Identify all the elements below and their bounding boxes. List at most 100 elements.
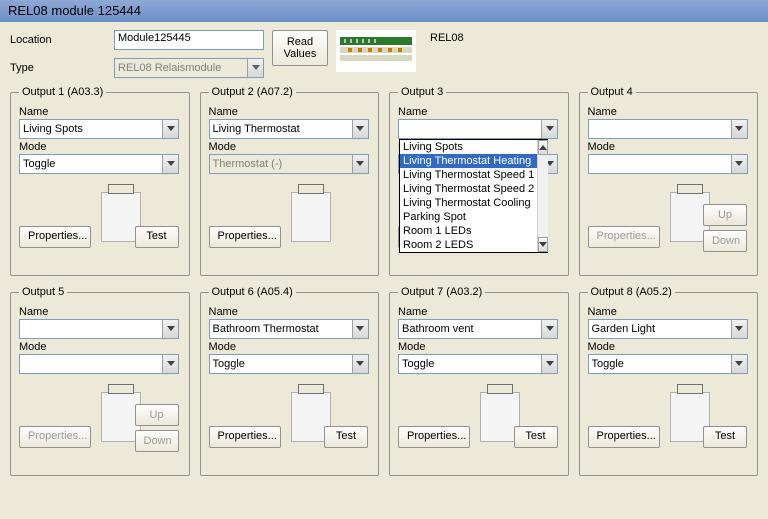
dropdown-item[interactable]: Living Thermostat Speed 1 <box>400 168 537 182</box>
name-combo-text: Bathroom Thermostat <box>210 323 322 335</box>
dropdown-item[interactable]: Parking Spot <box>400 210 537 224</box>
mode-label: Mode <box>398 341 560 353</box>
mode-label: Mode <box>19 341 181 353</box>
chevron-down-icon[interactable] <box>541 355 557 373</box>
name-combo-text: Living Spots <box>20 123 86 135</box>
location-label: Location <box>10 34 110 46</box>
up-button: Up <box>135 404 179 426</box>
output-legend: Output 8 (A05.2) <box>588 286 675 298</box>
name-dropdown-list[interactable]: Living SpotsLiving Thermostat HeatingLiv… <box>399 139 548 253</box>
test-button[interactable]: Test <box>324 426 368 448</box>
chevron-down-icon[interactable] <box>541 320 557 338</box>
mode-label: Mode <box>209 341 371 353</box>
scroll-up-icon[interactable] <box>538 140 548 155</box>
properties-button[interactable]: Properties... <box>19 226 91 248</box>
mode-combo[interactable]: Toggle <box>398 354 558 374</box>
mode-combo[interactable]: Toggle <box>19 154 179 174</box>
mode-combo[interactable] <box>588 154 748 174</box>
dropdown-item[interactable]: Living Spots <box>400 140 537 154</box>
chevron-down-icon[interactable] <box>541 120 557 138</box>
properties-button: Properties... <box>588 226 660 248</box>
name-combo[interactable]: Living Thermostat <box>209 119 369 139</box>
name-combo[interactable] <box>588 119 748 139</box>
output-legend: Output 7 (A03.2) <box>398 286 485 298</box>
chevron-down-icon[interactable] <box>731 155 747 173</box>
mode-combo[interactable] <box>19 354 179 374</box>
mode-combo-text: Thermostat (-) <box>210 158 286 170</box>
type-combo: REL08 Relaismodule <box>114 58 264 78</box>
chevron-down-icon[interactable] <box>731 355 747 373</box>
output-legend: Output 3 <box>398 86 446 98</box>
name-label: Name <box>398 306 560 318</box>
output-3: Output 3NameLiving SpotsLiving Thermosta… <box>389 86 569 276</box>
chevron-down-icon[interactable] <box>352 120 368 138</box>
properties-button[interactable]: Properties... <box>588 426 660 448</box>
mode-combo[interactable]: Toggle <box>209 354 369 374</box>
mode-label: Mode <box>19 141 181 153</box>
chevron-down-icon[interactable] <box>162 120 178 138</box>
level-slider[interactable] <box>291 186 341 242</box>
test-button[interactable]: Test <box>135 226 179 248</box>
chevron-down-icon[interactable] <box>731 120 747 138</box>
test-button[interactable]: Test <box>703 426 747 448</box>
dropdown-item[interactable]: Living Thermostat Speed 2 <box>400 182 537 196</box>
name-combo[interactable]: Living SpotsLiving Thermostat HeatingLiv… <box>398 119 558 139</box>
output-8: Output 8 (A05.2) Name Garden Light Mode Togg… <box>579 286 759 476</box>
read-values-button[interactable]: Read Values <box>272 30 328 66</box>
output-legend: Output 2 (A07.2) <box>209 86 296 98</box>
output-5: Output 5NameModeProperties...UpDown <box>10 286 190 476</box>
mode-combo[interactable]: Toggle <box>588 354 748 374</box>
module-name-label: REL08 <box>424 30 470 46</box>
dropdown-item[interactable]: Room 2 LEDS <box>400 238 537 252</box>
output-legend: Output 6 (A05.4) <box>209 286 296 298</box>
dropdown-item[interactable]: Living Thermostat Heating <box>400 154 537 168</box>
name-combo[interactable]: Bathroom Thermostat <box>209 319 369 339</box>
output-1: Output 1 (A03.3) Name Living Spots ModeTogg… <box>10 86 190 276</box>
up-button: Up <box>703 204 747 226</box>
name-combo[interactable]: Bathroom vent <box>398 319 558 339</box>
module-image <box>336 30 416 72</box>
chevron-down-icon[interactable] <box>162 155 178 173</box>
output-legend: Output 1 (A03.3) <box>19 86 106 98</box>
output-7: Output 7 (A03.2) Name Bathroom vent Mode Tog… <box>389 286 569 476</box>
location-input[interactable]: Module125445 <box>114 30 264 50</box>
mode-combo: Thermostat (-) <box>209 154 369 174</box>
chevron-down-icon[interactable] <box>162 355 178 373</box>
mode-combo-text: Toggle <box>210 358 248 370</box>
type-combo-text: REL08 Relaismodule <box>115 62 224 74</box>
output-legend: Output 4 <box>588 86 636 98</box>
output-legend: Output 5 <box>19 286 67 298</box>
name-label: Name <box>19 306 181 318</box>
name-combo-text: Garden Light <box>589 323 659 335</box>
dropdown-item[interactable]: Room 1 LEDs <box>400 224 537 238</box>
chevron-down-icon[interactable] <box>352 320 368 338</box>
name-combo-text: Bathroom vent <box>399 323 477 335</box>
chevron-down-icon[interactable] <box>352 355 368 373</box>
properties-button: Properties... <box>19 426 91 448</box>
mode-label: Mode <box>209 141 371 153</box>
chevron-down-icon[interactable] <box>162 320 178 338</box>
test-button[interactable]: Test <box>514 426 558 448</box>
scroll-down-icon[interactable] <box>538 237 548 252</box>
chevron-down-icon[interactable] <box>352 155 368 173</box>
scrollbar[interactable] <box>537 140 548 252</box>
properties-button[interactable]: Properties... <box>209 426 281 448</box>
mode-label: Mode <box>588 341 750 353</box>
name-label: Name <box>588 306 750 318</box>
dropdown-item[interactable]: Living Thermostat Cooling <box>400 196 537 210</box>
name-label: Name <box>588 106 750 118</box>
name-label: Name <box>209 306 371 318</box>
output-6: Output 6 (A05.4) Name Bathroom Thermostat M… <box>200 286 380 476</box>
name-label: Name <box>19 106 181 118</box>
properties-button[interactable]: Properties... <box>209 226 281 248</box>
output-4: Output 4NameModeProperties...UpDown <box>579 86 759 276</box>
type-label: Type <box>10 62 110 74</box>
mode-combo-text: Toggle <box>589 358 627 370</box>
mode-combo-text: Toggle <box>399 358 437 370</box>
chevron-down-icon[interactable] <box>731 320 747 338</box>
output-2: Output 2 (A07.2)NameLiving ThermostatMod… <box>200 86 380 276</box>
name-combo[interactable]: Garden Light <box>588 319 748 339</box>
name-combo[interactable]: Living Spots <box>19 119 179 139</box>
properties-button[interactable]: Properties... <box>398 426 470 448</box>
name-combo[interactable] <box>19 319 179 339</box>
